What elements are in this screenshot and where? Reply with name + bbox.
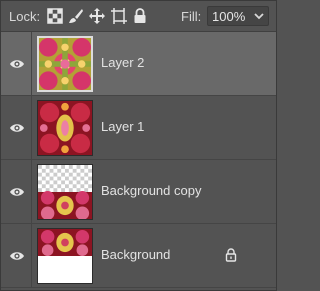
eye-icon[interactable] bbox=[9, 186, 25, 198]
layer-thumbnail[interactable] bbox=[37, 164, 93, 220]
eye-icon[interactable] bbox=[9, 122, 25, 134]
layer-row[interactable]: Layer 1 bbox=[1, 96, 276, 160]
eye-icon[interactable] bbox=[9, 250, 25, 262]
visibility-column-divider bbox=[31, 96, 32, 160]
layer-name[interactable]: Layer 1 bbox=[101, 119, 144, 134]
fill-opacity-field[interactable]: 100% bbox=[207, 6, 269, 26]
fill-value[interactable]: 100% bbox=[212, 9, 245, 24]
layer-thumbnail[interactable] bbox=[37, 228, 93, 284]
visibility-column-divider bbox=[31, 32, 32, 96]
layers-list: Layer 2 Layer 1 Background copy Backgrou… bbox=[1, 32, 276, 288]
checkerboard-thumbnail-image bbox=[38, 165, 92, 219]
background-thumbnail-image bbox=[38, 229, 92, 283]
visibility-column-divider bbox=[31, 160, 32, 224]
eye-icon[interactable] bbox=[9, 58, 25, 70]
layer-row[interactable]: Background copy bbox=[1, 160, 276, 224]
lock-position-icon[interactable] bbox=[88, 7, 106, 25]
lock-bar: Lock: Fill: 100% bbox=[1, 1, 276, 31]
lock-image-pixels-icon[interactable] bbox=[67, 7, 85, 25]
lock-artboard-icon[interactable] bbox=[110, 7, 128, 25]
visibility-column-divider bbox=[31, 224, 32, 288]
layers-panel: Lock: Fill: 100% Layer 2 Layer 1 Backgro… bbox=[0, 0, 277, 291]
layer-thumbnail[interactable] bbox=[37, 36, 93, 92]
kaleidoscope-thumbnail-image bbox=[39, 38, 91, 90]
layer-row[interactable]: Background bbox=[1, 224, 276, 288]
layer-name[interactable]: Background bbox=[101, 247, 170, 262]
fill-label: Fill: bbox=[181, 9, 202, 24]
layer-row[interactable]: Layer 2 bbox=[1, 32, 276, 96]
layer-thumbnail[interactable] bbox=[37, 100, 93, 156]
lock-label: Lock: bbox=[9, 9, 41, 24]
lock-transparent-pixels-icon[interactable] bbox=[46, 7, 64, 25]
layer-name[interactable]: Layer 2 bbox=[101, 55, 144, 70]
chevron-down-icon[interactable] bbox=[253, 9, 265, 23]
kaleidoscope-thumbnail-image bbox=[38, 101, 92, 155]
layer-lock-icon[interactable] bbox=[225, 248, 237, 262]
layer-name[interactable]: Background copy bbox=[101, 183, 201, 198]
lock-all-icon[interactable] bbox=[131, 7, 149, 25]
